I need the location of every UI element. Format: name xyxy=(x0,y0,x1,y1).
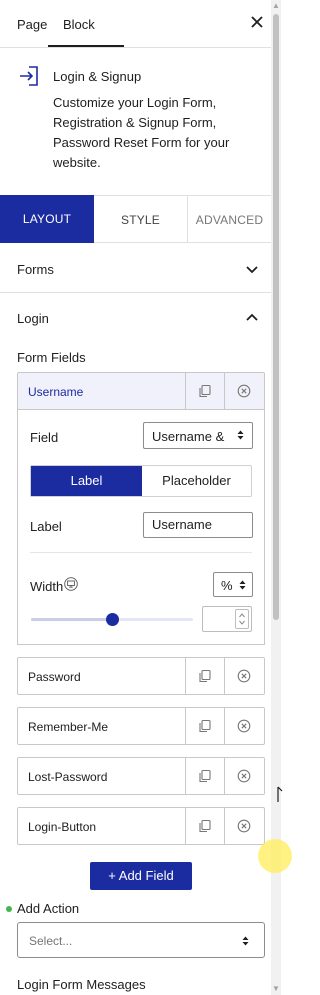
chevron-down-icon xyxy=(246,266,258,274)
duplicate-icon[interactable] xyxy=(198,719,212,733)
login-messages-heading: Login Form Messages xyxy=(17,977,146,992)
field-type-label: Field xyxy=(30,430,59,445)
active-tab-indicator xyxy=(48,45,124,47)
divider xyxy=(185,658,186,694)
divider xyxy=(224,373,225,409)
duplicate-icon[interactable] xyxy=(198,769,212,783)
divider xyxy=(185,758,186,794)
field-row-label: Remember-Me xyxy=(28,720,109,734)
add-action-label: Add Action xyxy=(17,901,80,916)
login-panel-title: Login xyxy=(17,311,49,326)
field-type-select[interactable]: Username & xyxy=(143,422,253,449)
divider xyxy=(185,808,186,844)
field-row-username[interactable]: Username xyxy=(17,372,265,410)
toggle-label-option[interactable]: Label xyxy=(31,466,142,496)
close-icon[interactable] xyxy=(249,14,265,30)
select-caret-icon xyxy=(239,580,246,590)
divider xyxy=(185,708,186,744)
field-type-value: Username & xyxy=(152,429,225,444)
forms-panel-toggle[interactable]: Forms xyxy=(0,244,271,293)
remove-circle-icon[interactable] xyxy=(237,719,251,733)
block-title: Login & Signup xyxy=(53,69,142,84)
toggle-placeholder-option[interactable]: Placeholder xyxy=(142,466,251,496)
width-slider-fill xyxy=(31,618,111,621)
field-row-label: Login-Button xyxy=(28,820,97,834)
unit-select[interactable]: % xyxy=(213,572,253,597)
chevron-up-icon xyxy=(246,313,258,321)
divider xyxy=(224,808,225,844)
scroll-down-icon[interactable]: ▼ xyxy=(272,985,280,993)
mouse-pointer-icon xyxy=(277,786,283,802)
add-action-select[interactable]: Select... xyxy=(17,922,265,958)
label-text-input[interactable]: Username xyxy=(143,512,253,538)
form-fields-heading: Form Fields xyxy=(17,350,86,365)
inspector-tabs: LAYOUT STYLE ADVANCED xyxy=(0,195,271,243)
width-label: Width xyxy=(30,579,64,594)
label-placeholder-toggle: Label Placeholder xyxy=(30,465,252,497)
field-row-login-button[interactable]: Login-Button xyxy=(17,807,265,845)
duplicate-icon[interactable] xyxy=(198,384,212,398)
number-spinner[interactable] xyxy=(235,609,249,629)
duplicate-icon[interactable] xyxy=(198,669,212,683)
divider xyxy=(224,658,225,694)
sidebar-tabs: Page Block xyxy=(0,0,271,48)
divider xyxy=(185,373,186,409)
status-dot xyxy=(6,906,12,912)
tab-page[interactable]: Page xyxy=(17,17,47,32)
remove-circle-icon[interactable] xyxy=(237,819,251,833)
field-row-lost-password[interactable]: Lost-Password xyxy=(17,757,265,795)
field-editor: Field Username & Label Placeholder Label… xyxy=(17,409,265,645)
divider xyxy=(224,708,225,744)
tab-advanced[interactable]: ADVANCED xyxy=(188,195,271,243)
select-caret-icon xyxy=(242,936,249,946)
cursor-highlight xyxy=(258,839,292,873)
select-caret-icon xyxy=(237,430,244,440)
scroll-up-icon[interactable]: ▲ xyxy=(272,2,280,10)
scrollbar-thumb[interactable] xyxy=(273,14,279,620)
login-panel-toggle[interactable]: Login xyxy=(0,293,271,342)
login-icon xyxy=(20,66,38,86)
desktop-icon[interactable] xyxy=(64,577,78,591)
tab-layout[interactable]: LAYOUT xyxy=(0,195,94,243)
field-row-label: Lost-Password xyxy=(28,770,108,784)
forms-panel-title: Forms xyxy=(17,262,54,277)
field-row-label: Password xyxy=(28,670,81,684)
remove-circle-icon[interactable] xyxy=(237,384,251,398)
spinner-arrows-icon xyxy=(239,613,245,625)
divider xyxy=(30,552,252,553)
tab-style[interactable]: STYLE xyxy=(94,195,188,243)
width-slider-handle[interactable] xyxy=(106,613,119,626)
remove-circle-icon[interactable] xyxy=(237,769,251,783)
add-field-button[interactable]: + Add Field xyxy=(90,862,192,890)
add-action-placeholder: Select... xyxy=(29,934,73,948)
field-row-remember-me[interactable]: Remember-Me xyxy=(17,707,265,745)
field-row-label: Username xyxy=(28,385,84,399)
width-number-input[interactable] xyxy=(202,606,252,632)
label-text-label: Label xyxy=(30,519,62,534)
block-description: Customize your Login Form, Registration … xyxy=(53,95,230,170)
tab-block[interactable]: Block xyxy=(63,17,95,32)
field-row-password[interactable]: Password xyxy=(17,657,265,695)
remove-circle-icon[interactable] xyxy=(237,669,251,683)
divider xyxy=(224,758,225,794)
unit-value: % xyxy=(221,578,233,593)
duplicate-icon[interactable] xyxy=(198,819,212,833)
